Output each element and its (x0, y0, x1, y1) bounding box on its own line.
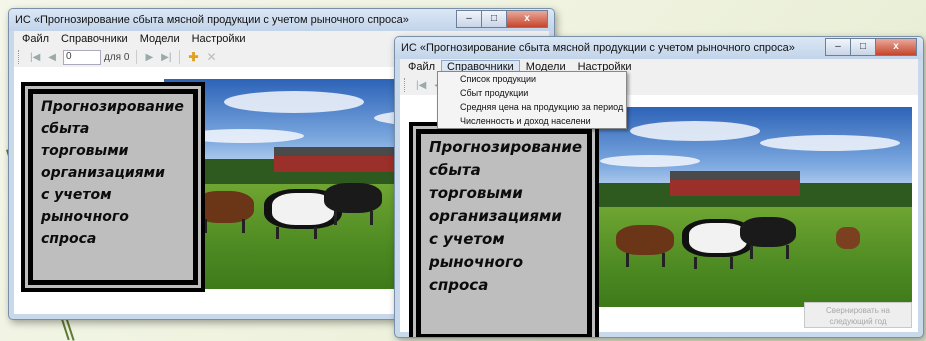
caption-box: Прогнозирование сбыта торговыми организа… (416, 129, 592, 337)
record-count-label: для 0 (104, 51, 130, 63)
previous-record-icon[interactable]: ◀ (48, 52, 56, 63)
first-record-icon[interactable]: |◀ (30, 52, 40, 63)
forecast-next-year-button[interactable]: Свернировать на следующий год (804, 302, 912, 328)
references-dropdown: Список продукции Сбыт продукции Средняя … (437, 71, 627, 129)
menu-item-product-list[interactable]: Список продукции (438, 72, 626, 86)
caption-text: Прогнозирование сбыта торговыми организа… (41, 99, 184, 247)
toolbar-grip[interactable] (404, 78, 407, 92)
maximize-button[interactable]: □ (481, 10, 506, 28)
last-record-icon[interactable]: ▶| (161, 52, 171, 63)
menu-item-population-income[interactable]: Численность и доход населени (438, 114, 626, 128)
menu-file[interactable]: Файл (402, 60, 441, 74)
minimize-button[interactable]: – (825, 38, 850, 56)
add-record-icon[interactable]: ✚ (188, 50, 198, 64)
title-bar[interactable]: ИС «Прогнозирование сбыта мясной продукц… (395, 37, 923, 59)
window-title: ИС «Прогнозирование сбыта мясной продукц… (401, 42, 795, 54)
window-title: ИС «Прогнозирование сбыта мясной продукц… (15, 14, 409, 26)
menu-file[interactable]: Файл (16, 32, 55, 46)
toolbar-separator (136, 50, 138, 64)
toolbar-separator (179, 50, 181, 64)
first-record-icon[interactable]: |◀ (416, 80, 426, 91)
title-bar[interactable]: ИС «Прогнозирование сбыта мясной продукц… (9, 9, 554, 31)
position-input[interactable]: 0 (63, 49, 101, 65)
farm-image (590, 107, 912, 307)
menu-models[interactable]: Модели (134, 32, 186, 46)
caption-text: Прогнозирование сбыта торговыми организа… (429, 138, 583, 294)
content-panel: Прогнозирование сбыта торговыми организа… (400, 95, 918, 337)
menu-references[interactable]: Справочники (55, 32, 134, 46)
minimize-button[interactable]: – (456, 10, 481, 28)
close-button[interactable]: x (875, 38, 917, 56)
close-button[interactable]: x (506, 10, 548, 28)
next-record-icon[interactable]: ▶ (145, 52, 153, 63)
maximize-button[interactable]: □ (850, 38, 875, 56)
caption-box: Прогнозирование сбыта торговыми организа… (28, 89, 198, 285)
menu-item-product-sales[interactable]: Сбыт продукции (438, 86, 626, 100)
delete-record-icon[interactable]: ✕ (207, 50, 217, 64)
menu-settings[interactable]: Настройки (186, 32, 252, 46)
main-window-2: ИС «Прогнозирование сбыта мясной продукц… (394, 36, 924, 338)
menu-item-average-price[interactable]: Средняя цена на продукцию за период (438, 100, 626, 114)
toolbar-grip[interactable] (18, 50, 21, 64)
